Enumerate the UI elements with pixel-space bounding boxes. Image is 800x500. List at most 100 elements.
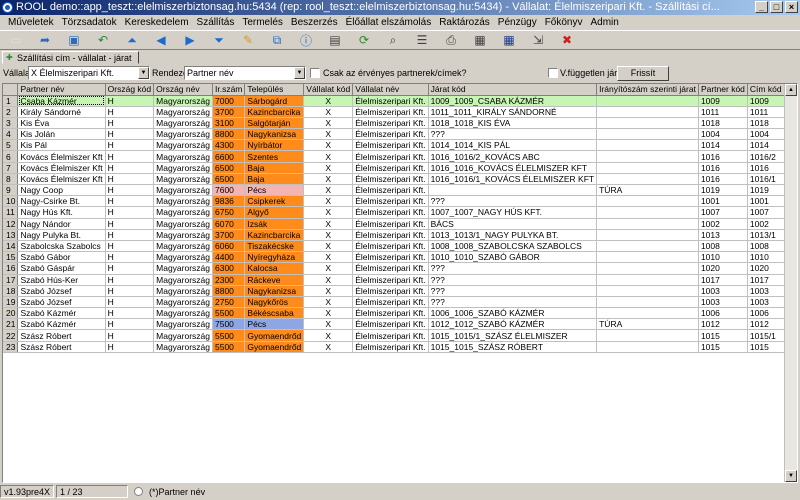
export-button[interactable]: ⇲ bbox=[524, 31, 552, 49]
menu-item-7[interactable]: Raktározás bbox=[435, 15, 494, 30]
next-button[interactable]: ▶ bbox=[176, 31, 204, 49]
table-cell[interactable]: Élelmiszeripari Kft. bbox=[352, 195, 429, 208]
company-code-cell[interactable]: X bbox=[303, 307, 354, 320]
table-cell[interactable]: Élelmiszeripari Kft. bbox=[352, 285, 429, 297]
menu-item-3[interactable]: Szállítás bbox=[193, 15, 239, 30]
column-header[interactable]: Vállalat név bbox=[352, 84, 429, 96]
row-number[interactable]: 15 bbox=[3, 251, 19, 264]
table-cell[interactable]: Élelmiszeripari Kft. bbox=[352, 274, 429, 286]
table-cell[interactable]: 1009 bbox=[747, 95, 785, 107]
table-cell[interactable]: Nagy-Csirke Bt. bbox=[17, 195, 106, 208]
city-cell[interactable]: Baja bbox=[244, 162, 305, 174]
table-cell[interactable]: H bbox=[105, 150, 155, 163]
table-row[interactable]: 18 Szabó József H Magyarország 8800 Nagykaniz… bbox=[3, 285, 797, 297]
table-cell[interactable]: 1009 bbox=[698, 95, 748, 107]
row-number[interactable]: 11 bbox=[3, 206, 19, 219]
open-button[interactable]: ➦ bbox=[31, 31, 59, 49]
row-number[interactable]: 12 bbox=[3, 218, 19, 230]
table-cell[interactable]: Magyarország bbox=[153, 296, 213, 309]
table-cell[interactable]: Magyarország bbox=[153, 195, 213, 208]
table-row[interactable]: 8 Kovács Élelmiszer Kft H Magyarország 6500 B… bbox=[3, 173, 797, 186]
menu-item-9[interactable]: Főkönyv bbox=[541, 15, 587, 30]
table-cell[interactable]: H bbox=[105, 162, 155, 174]
column-header[interactable]: Partner kód bbox=[698, 84, 748, 96]
table-cell[interactable]: Szabó Gábor bbox=[17, 251, 106, 264]
chevron-down-icon[interactable]: ▼ bbox=[294, 67, 305, 79]
company-code-cell[interactable]: X bbox=[303, 240, 354, 253]
table-cell[interactable]: H bbox=[105, 251, 155, 264]
table-cell[interactable]: Élelmiszeripari Kft. bbox=[352, 307, 429, 320]
table-cell[interactable]: Szabó József bbox=[17, 285, 106, 297]
city-cell[interactable]: Salgótarján bbox=[244, 117, 305, 130]
table-cell[interactable]: Szabó Gáspár bbox=[17, 262, 106, 275]
table-cell[interactable]: 1011 bbox=[698, 106, 748, 118]
table-button[interactable]: ▦ bbox=[495, 31, 523, 49]
table-cell[interactable]: Élelmiszeripari Kft. bbox=[352, 296, 429, 309]
table-cell[interactable]: Csaba Kázmér bbox=[17, 95, 106, 107]
scroll-up-icon[interactable]: ▲ bbox=[785, 84, 797, 96]
table-row[interactable]: 16 Szabó Gáspár H Magyarország 6300 Kalocsa X É… bbox=[3, 262, 797, 275]
city-cell[interactable]: Izsák bbox=[244, 218, 305, 230]
city-cell[interactable]: Nagykanizsa bbox=[244, 285, 305, 297]
table-cell[interactable] bbox=[596, 274, 699, 286]
menu-item-8[interactable]: Pénzügy bbox=[494, 15, 541, 30]
table-cell[interactable] bbox=[428, 184, 598, 197]
sort-select[interactable]: Partner név ▼ bbox=[184, 66, 306, 80]
table-cell[interactable]: 1009_1009_CSABA KÁZMÉR bbox=[428, 95, 598, 107]
table-cell[interactable]: 1013 bbox=[698, 229, 748, 241]
table-cell[interactable]: BÁCS bbox=[428, 218, 598, 230]
table-cell[interactable]: 1016_1016/1_KOVÁCS ÉLELMISZER KFT bbox=[428, 173, 598, 186]
table-cell[interactable]: Magyarország bbox=[153, 262, 213, 275]
zip-cell[interactable]: 8800 bbox=[212, 128, 246, 141]
new-button[interactable]: ▭ bbox=[2, 31, 30, 49]
company-code-cell[interactable]: X bbox=[303, 218, 354, 230]
zip-cell[interactable]: 6600 bbox=[212, 150, 246, 163]
table-cell[interactable]: Élelmiszeripari Kft. bbox=[352, 184, 429, 197]
table-cell[interactable]: 1016 bbox=[698, 162, 748, 174]
table-cell[interactable]: H bbox=[105, 195, 155, 208]
table-cell[interactable] bbox=[596, 106, 699, 118]
table-cell[interactable]: Szabolcska Szabolcs bbox=[17, 240, 106, 253]
table-cell[interactable] bbox=[596, 173, 699, 186]
table-cell[interactable]: Szabó Kázmér bbox=[17, 318, 106, 331]
table-cell[interactable]: 1007_1007_NAGY HÚS KFT. bbox=[428, 206, 598, 219]
city-cell[interactable]: Gyomaendrőd bbox=[244, 341, 305, 353]
column-header[interactable]: Település bbox=[244, 84, 305, 96]
table-cell[interactable]: 1003 bbox=[698, 296, 748, 309]
form-button[interactable]: ▤ bbox=[321, 31, 349, 49]
column-header[interactable]: Ir.szám bbox=[212, 84, 246, 96]
table-cell[interactable]: ??? bbox=[428, 285, 598, 297]
table-cell[interactable]: Élelmiszeripari Kft. bbox=[352, 218, 429, 230]
table-cell[interactable]: 1003 bbox=[698, 285, 748, 297]
column-header[interactable]: Vállalat kód bbox=[303, 84, 354, 96]
table-cell[interactable]: Kovács Élelmiszer Kft bbox=[17, 162, 106, 174]
table-cell[interactable]: ??? bbox=[428, 296, 598, 309]
column-header[interactable]: Ország név bbox=[153, 84, 213, 96]
independent-checkbox[interactable] bbox=[548, 68, 558, 78]
table-row[interactable]: 11 Nagy Hús Kft. H Magyarország 6750 Algyő X Él… bbox=[3, 206, 797, 219]
table-row[interactable]: 17 Szabó Hús-Ker H Magyarország 2300 Ráckeve X… bbox=[3, 274, 797, 286]
table-cell[interactable]: Élelmiszeripari Kft. bbox=[352, 150, 429, 163]
city-cell[interactable]: Nyíregyháza bbox=[244, 251, 305, 264]
row-number[interactable]: 23 bbox=[3, 341, 19, 353]
row-number[interactable]: 8 bbox=[3, 173, 19, 186]
company-code-cell[interactable]: X bbox=[303, 150, 354, 163]
table-cell[interactable] bbox=[596, 285, 699, 297]
table-cell[interactable] bbox=[596, 329, 699, 342]
city-cell[interactable]: Sárbogárd bbox=[244, 95, 305, 107]
company-code-cell[interactable]: X bbox=[303, 274, 354, 286]
table-cell[interactable]: H bbox=[105, 329, 155, 342]
table-cell[interactable]: 1008_1008_SZABOLCSKA SZABOLCS bbox=[428, 240, 598, 253]
table-cell[interactable]: H bbox=[105, 229, 155, 241]
table-cell[interactable]: Élelmiszeripari Kft. bbox=[352, 329, 429, 342]
city-cell[interactable]: Baja bbox=[244, 173, 305, 186]
row-number[interactable]: 5 bbox=[3, 139, 19, 152]
menu-item-1[interactable]: Törzsadatok bbox=[58, 15, 121, 30]
table-cell[interactable] bbox=[596, 162, 699, 174]
table-cell[interactable]: Magyarország bbox=[153, 251, 213, 264]
table-cell[interactable]: Magyarország bbox=[153, 106, 213, 118]
zip-cell[interactable]: 6060 bbox=[212, 240, 246, 253]
table-cell[interactable]: H bbox=[105, 262, 155, 275]
close-window-button[interactable]: × bbox=[785, 1, 798, 13]
table-row[interactable]: 23 Szász Róbert H Magyarország 5500 Gyomaendr… bbox=[3, 341, 797, 353]
